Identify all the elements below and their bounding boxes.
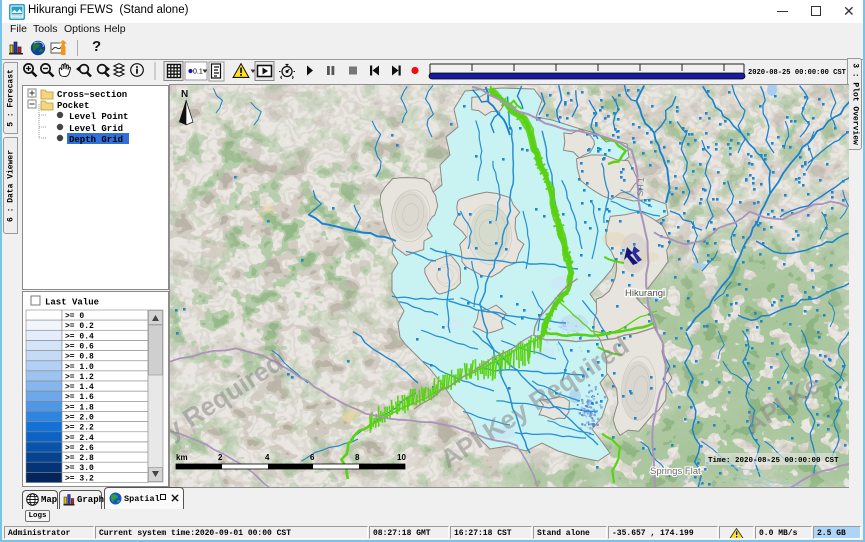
svg-text:>= 0: >= 0 (65, 312, 84, 321)
svg-text:>= 0.4: >= 0.4 (65, 332, 94, 341)
svg-text:>= 2.4: >= 2.4 (65, 434, 94, 443)
svg-text:N: N (181, 89, 188, 100)
svg-text:Last Value: Last Value (45, 298, 99, 308)
svg-text:>= 3.0: >= 3.0 (65, 464, 94, 473)
svg-text:Cross−section: Cross−section (57, 90, 127, 100)
svg-text:SH 1: SH 1 (635, 177, 646, 197)
svg-text:>= 1.8: >= 1.8 (65, 403, 94, 412)
svg-text:10: 10 (397, 453, 406, 462)
svg-text:Time: 2020-08-25 00:00:00 CST: Time: 2020-08-25 00:00:00 CST (708, 457, 839, 465)
svg-text:2: 2 (218, 453, 223, 462)
svg-text:>= 2.8: >= 2.8 (65, 454, 94, 463)
svg-text:>= 2.2: >= 2.2 (65, 424, 94, 433)
svg-text:Hikurangi: Hikurangi (625, 288, 665, 299)
svg-text:Pocket: Pocket (57, 101, 89, 111)
svg-text:>= 1.6: >= 1.6 (65, 393, 94, 402)
svg-text:>= 1.2: >= 1.2 (65, 373, 94, 382)
svg-text:Level Point: Level Point (69, 112, 128, 122)
svg-text:>= 0.8: >= 0.8 (65, 353, 94, 362)
svg-text:2020-08-25 00:00:00 CST: 2020-08-25 00:00:00 CST (748, 69, 847, 77)
svg-text:>= 3.2: >= 3.2 (65, 474, 94, 483)
svg-text:>= 2.0: >= 2.0 (65, 414, 94, 423)
svg-text:Depth Grid: Depth Grid (69, 135, 123, 145)
svg-text:Level Grid: Level Grid (69, 124, 123, 134)
svg-text:>= 1.0: >= 1.0 (65, 363, 94, 372)
svg-text:Springs Flat: Springs Flat (650, 466, 701, 477)
svg-text:>= 2.6: >= 2.6 (65, 444, 94, 453)
svg-text:6: 6 (310, 453, 315, 462)
svg-text:>= 0.6: >= 0.6 (65, 343, 94, 352)
svg-text:>= 1.4: >= 1.4 (65, 383, 94, 392)
svg-text:0.1: 0.1 (193, 69, 203, 76)
svg-text:4: 4 (265, 453, 270, 462)
svg-text:km: km (176, 453, 188, 462)
svg-text:8: 8 (355, 453, 360, 462)
svg-text:>= 0.2: >= 0.2 (65, 322, 94, 331)
